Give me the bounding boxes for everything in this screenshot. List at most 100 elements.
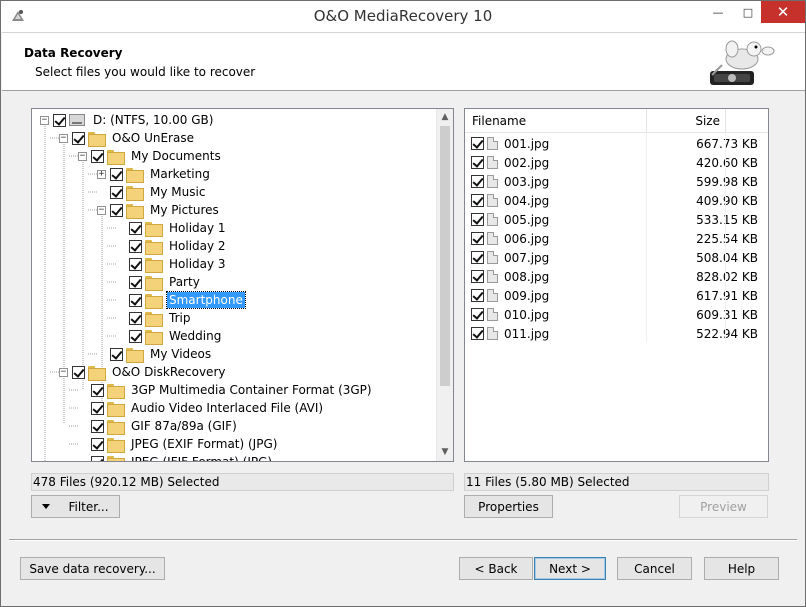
column-separator (646, 109, 647, 133)
file-checkbox[interactable] (471, 327, 484, 340)
folder-tree[interactable]: − D: (NTFS, 10.00 GB) − O&O UnErase − My Docu… (31, 108, 454, 462)
file-row[interactable]: 003.jpg 599.98 KB (465, 172, 768, 191)
file-size: 409.90 KB (696, 193, 758, 208)
expand-icon[interactable]: + (97, 169, 106, 179)
tree-item[interactable]: − O&O DiskRecovery (59, 363, 227, 381)
cancel-button[interactable]: Cancel (617, 557, 692, 580)
tree-item[interactable]: Party (116, 273, 202, 291)
scroll-up-icon[interactable]: ▲ (437, 109, 453, 126)
back-button[interactable]: < Back (459, 557, 533, 580)
tree-checkbox[interactable] (110, 203, 123, 217)
collapse-icon[interactable]: − (59, 133, 68, 143)
tree-item[interactable]: Holiday 2 (116, 237, 228, 255)
file-size: 828.02 KB (696, 269, 758, 284)
file-icon (487, 270, 498, 283)
tree-checkbox[interactable] (72, 131, 85, 145)
tree-checkbox[interactable] (91, 437, 104, 451)
tree-checkbox[interactable] (91, 419, 104, 433)
file-list[interactable]: Filename Size 001.jpg 667.73 KB 002.jpg 420… (464, 108, 769, 462)
file-row[interactable]: 009.jpg 617.91 KB (465, 286, 768, 305)
file-checkbox[interactable] (471, 308, 484, 321)
file-row[interactable]: 004.jpg 409.90 KB (465, 191, 768, 210)
tree-checkbox[interactable] (129, 239, 142, 253)
file-row[interactable]: 008.jpg 828.02 KB (465, 267, 768, 286)
tree-item[interactable]: My Music (97, 183, 207, 201)
file-checkbox[interactable] (471, 232, 484, 245)
file-checkbox[interactable] (471, 289, 484, 302)
file-row[interactable]: 002.jpg 420.60 KB (465, 153, 768, 172)
tree-item[interactable]: 3GP Multimedia Container Format (3GP) (78, 381, 374, 399)
tree-checkbox[interactable] (129, 293, 142, 307)
column-separator (646, 267, 647, 286)
tree-item[interactable]: GIF 87a/89a (GIF) (78, 417, 239, 435)
collapse-icon[interactable]: − (40, 115, 49, 125)
file-row[interactable]: 007.jpg 508.04 KB (465, 248, 768, 267)
tree-item[interactable]: + Marketing (97, 165, 212, 183)
file-row[interactable]: 005.jpg 533.15 KB (465, 210, 768, 229)
file-size: 609.31 KB (696, 307, 758, 322)
column-separator (646, 229, 647, 248)
tree-item[interactable]: JPEG (EXIF Format) (JPG) (78, 435, 279, 453)
tree-item[interactable]: Trip (116, 309, 192, 327)
file-checkbox[interactable] (471, 194, 484, 207)
tree-checkbox[interactable] (72, 365, 85, 379)
column-filename[interactable]: Filename (472, 114, 526, 128)
tree-checkbox[interactable] (129, 221, 142, 235)
tree-checkbox[interactable] (110, 185, 123, 199)
close-button[interactable]: ✕ (761, 1, 805, 23)
file-size: 667.73 KB (696, 136, 758, 151)
tree-item[interactable]: Audio Video Interlaced File (AVI) (78, 399, 325, 417)
tree-checkbox[interactable] (129, 311, 142, 325)
tree-item[interactable]: Smartphone (116, 291, 246, 309)
file-checkbox[interactable] (471, 251, 484, 264)
tree-checkbox[interactable] (91, 455, 104, 461)
collapse-icon[interactable]: − (97, 205, 106, 215)
scroll-thumb[interactable] (440, 126, 450, 386)
file-checkbox[interactable] (471, 213, 484, 226)
tree-checkbox[interactable] (91, 383, 104, 397)
file-row[interactable]: 011.jpg 522.94 KB (465, 324, 768, 343)
tree-scrollbar[interactable]: ▲ ▼ (436, 109, 453, 461)
tree-checkbox[interactable] (91, 401, 104, 415)
file-row[interactable]: 006.jpg 225.54 KB (465, 229, 768, 248)
tree-item[interactable]: − My Pictures (97, 201, 221, 219)
collapse-icon[interactable]: − (78, 151, 87, 161)
tree-checkbox[interactable] (53, 113, 66, 127)
file-checkbox[interactable] (471, 137, 484, 150)
tree-item[interactable]: − My Documents (78, 147, 223, 165)
maximize-button[interactable]: □ (734, 1, 762, 23)
save-data-recovery-button[interactable]: Save data recovery... (20, 557, 165, 580)
title-bar[interactable]: O&O MediaRecovery 10 — □ ✕ (1, 1, 805, 32)
tree-checkbox[interactable] (129, 329, 142, 343)
file-row[interactable]: 010.jpg 609.31 KB (465, 305, 768, 324)
file-checkbox[interactable] (471, 270, 484, 283)
folder-icon (88, 131, 106, 147)
tree-item[interactable]: Holiday 1 (116, 219, 228, 237)
tree-checkbox[interactable] (110, 167, 123, 181)
file-row[interactable]: 001.jpg 667.73 KB (465, 134, 768, 153)
column-separator (646, 191, 647, 210)
collapse-icon[interactable]: − (59, 367, 68, 377)
file-size: 522.94 KB (696, 326, 758, 341)
tree-item[interactable]: JPEG (JFIF Format) (JPG) (78, 453, 274, 461)
tree-item[interactable]: Holiday 3 (116, 255, 228, 273)
tree-checkbox[interactable] (129, 257, 142, 271)
scroll-down-icon[interactable]: ▼ (437, 444, 453, 461)
preview-button[interactable]: Preview (679, 495, 768, 518)
tree-item[interactable]: My Videos (97, 345, 213, 363)
tree-item[interactable]: − D: (NTFS, 10.00 GB) (40, 111, 215, 129)
next-button[interactable]: Next > (534, 557, 606, 580)
properties-button[interactable]: Properties (464, 495, 553, 518)
tree-checkbox[interactable] (110, 347, 123, 361)
column-size[interactable]: Size (695, 114, 720, 128)
file-checkbox[interactable] (471, 175, 484, 188)
tree-checkbox[interactable] (91, 149, 104, 163)
tree-item[interactable]: Wedding (116, 327, 223, 345)
filter-button[interactable]: Filter... (31, 495, 120, 518)
help-button[interactable]: Help (704, 557, 779, 580)
file-name: 002.jpg (504, 155, 550, 170)
minimize-button[interactable]: — (704, 1, 732, 23)
tree-item[interactable]: − O&O UnErase (59, 129, 196, 147)
tree-checkbox[interactable] (129, 275, 142, 289)
file-checkbox[interactable] (471, 156, 484, 169)
